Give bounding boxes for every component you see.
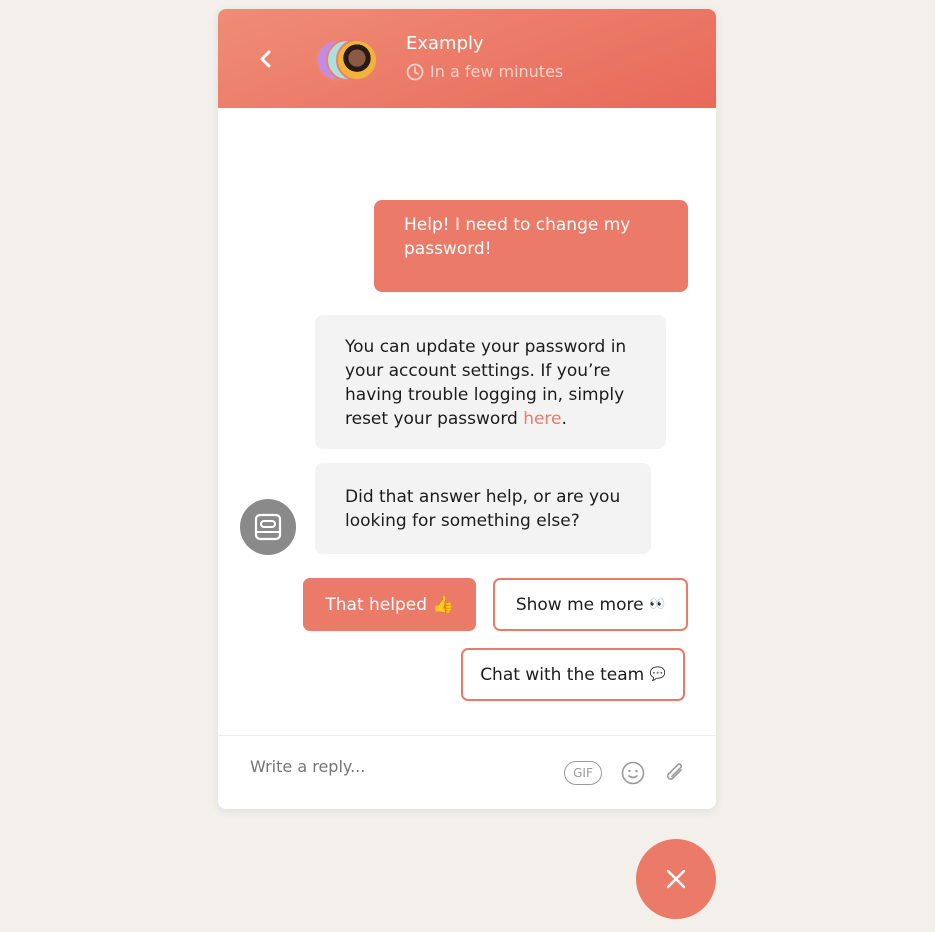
that-helped-button[interactable]: That helped 👍 <box>303 578 476 631</box>
gif-button[interactable]: GIF <box>564 761 602 785</box>
bot-avatar <box>240 499 296 555</box>
team-name: Examply <box>406 33 484 54</box>
button-label: Show me more <box>515 594 644 615</box>
bot-message: Did that answer help, or are you looking… <box>315 463 651 554</box>
speech-bubble-icon: 💬 <box>649 667 666 682</box>
chat-with-team-button[interactable]: Chat with the team 💬 <box>461 648 685 701</box>
team-avatar-3 <box>336 39 378 81</box>
chat-widget: Examply In a few minutes Help! I need to… <box>218 9 716 809</box>
close-icon <box>666 869 686 889</box>
chat-header: Examply In a few minutes <box>218 9 716 108</box>
bot-message: You can update your password in your acc… <box>315 315 666 449</box>
reset-password-link[interactable]: here <box>523 409 561 429</box>
back-button[interactable] <box>254 47 278 71</box>
emoji-icon[interactable] <box>621 761 645 785</box>
user-message: Help! I need to change my password! <box>374 200 688 292</box>
eyes-icon: 👀 <box>648 597 666 612</box>
thumbs-up-icon: 👍 <box>432 594 454 615</box>
button-label: That helped <box>325 594 428 615</box>
bot-message-text: You can update your password in your acc… <box>345 337 627 429</box>
attachment-icon[interactable] <box>663 760 687 786</box>
bot-message-punct: . <box>561 409 567 429</box>
book-icon <box>254 513 282 541</box>
response-time: In a few minutes <box>406 62 563 81</box>
response-time-text: In a few minutes <box>430 62 564 81</box>
clock-icon <box>406 63 424 80</box>
button-label: Chat with the team <box>480 664 645 685</box>
chevron-left-icon <box>260 50 271 68</box>
show-me-more-button[interactable]: Show me more 👀 <box>493 578 688 631</box>
composer-divider <box>218 735 716 736</box>
reply-input[interactable] <box>250 757 530 776</box>
close-chat-button[interactable] <box>636 839 716 919</box>
